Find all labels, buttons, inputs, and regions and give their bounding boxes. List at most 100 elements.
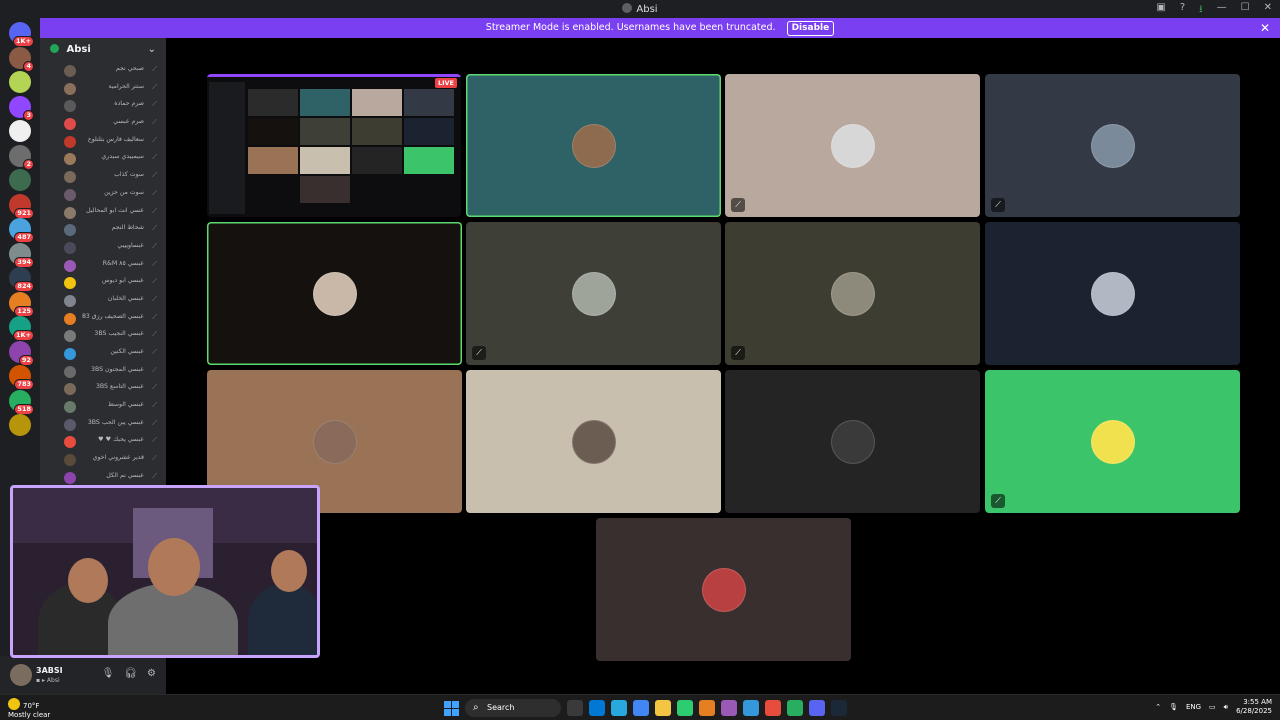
server-icon[interactable]: 394: [9, 242, 34, 268]
server-icon[interactable]: 921: [9, 193, 34, 219]
list-item[interactable]: سنتر الحرامية ⟋: [40, 80, 166, 98]
search-input[interactable]: Search: [465, 699, 561, 717]
server-icon[interactable]: 518: [9, 389, 34, 415]
video-tile[interactable]: [207, 222, 462, 365]
help-icon[interactable]: ?: [1180, 2, 1185, 19]
list-item[interactable]: صبحي نجم ⟋: [40, 62, 166, 80]
list-item[interactable]: عبسي النجيب 3BS ⟋: [40, 327, 166, 345]
list-item[interactable]: عبسي ٨٥ R&M ⟋: [40, 257, 166, 275]
list-item[interactable]: عبسي الخلبان ⟋: [40, 292, 166, 310]
server-icon[interactable]: [9, 71, 31, 93]
list-item[interactable]: عبسي نم الكل ⟋: [40, 469, 166, 487]
taskbar-app-icon[interactable]: [567, 700, 583, 716]
list-item[interactable]: صرم عبسي ⟋: [40, 115, 166, 133]
server-icon[interactable]: 2: [9, 144, 34, 170]
list-item[interactable]: عبسي المجنون 3BS ⟋: [40, 363, 166, 381]
taskbar-app-icon[interactable]: [677, 700, 693, 716]
list-item[interactable]: عبسي يحبك ♥ ♥ ⟋: [40, 433, 166, 451]
mic-icon[interactable]: 🎙︎: [102, 668, 115, 679]
member-name: عبسي الوسط: [107, 401, 144, 409]
taskbar-app-icon[interactable]: [633, 700, 649, 716]
server-icon[interactable]: 3: [9, 95, 34, 121]
webcam-head-left: [68, 558, 108, 603]
video-tile[interactable]: [466, 370, 721, 513]
list-item[interactable]: شحاط النجم ⟋: [40, 221, 166, 239]
clock[interactable]: 3:55 AM 6/28/2025: [1236, 698, 1272, 716]
server-icon[interactable]: 783: [9, 365, 34, 390]
screen-icon[interactable]: ▣: [1156, 2, 1165, 19]
taskbar-app-icon[interactable]: [655, 700, 671, 716]
video-tile[interactable]: [725, 370, 980, 513]
video-tile[interactable]: ⟋: [725, 222, 980, 365]
stream-mini-tile: [300, 147, 350, 174]
video-tile[interactable]: [985, 222, 1240, 365]
close-window-icon[interactable]: ✕: [1264, 2, 1272, 19]
taskbar-app-icon[interactable]: [765, 700, 781, 716]
maximize-icon[interactable]: ☐: [1241, 2, 1250, 19]
list-item[interactable]: عبسي ابو ديوس ⟋: [40, 274, 166, 292]
weather-widget[interactable]: 70°F Mostly clear: [8, 698, 50, 720]
channel-name: Absi: [66, 44, 91, 55]
server-icon[interactable]: [9, 169, 31, 191]
avatar[interactable]: [10, 664, 32, 686]
taskbar-app-icon[interactable]: [721, 700, 737, 716]
list-item[interactable]: سعاليف فارس بتلتلوح ⟋: [40, 133, 166, 151]
list-item[interactable]: عبسي التاسع 3BS ⟋: [40, 380, 166, 398]
minimize-icon[interactable]: —: [1217, 2, 1227, 19]
taskbar-app-icon[interactable]: [589, 700, 605, 716]
list-item[interactable]: قدير عشروني اخوي ⟋: [40, 451, 166, 469]
server-icon[interactable]: 1K+: [9, 316, 34, 341]
server-icon[interactable]: 125: [9, 291, 34, 317]
list-item[interactable]: عبساويييي ⟋: [40, 239, 166, 257]
list-item[interactable]: صرم حمادة ⟋: [40, 97, 166, 115]
video-tile[interactable]: ⟋: [466, 222, 721, 365]
language-indicator[interactable]: ENG: [1186, 703, 1201, 711]
video-tile[interactable]: ⟋: [985, 370, 1240, 513]
download-icon[interactable]: ⭳: [1199, 2, 1203, 19]
avatar: [64, 241, 76, 254]
list-item[interactable]: عبسي يبن الحب 3BS ⟋: [40, 416, 166, 434]
server-icon[interactable]: 1K+: [9, 22, 34, 47]
video-tile[interactable]: ⟋: [725, 74, 980, 217]
volume-icon[interactable]: 🔊︎: [1224, 703, 1228, 712]
server-icon[interactable]: 4: [9, 46, 34, 72]
list-item[interactable]: عسي انت ابو المحاليل ⟋: [40, 204, 166, 222]
channel-header[interactable]: Absi ⌄: [40, 38, 166, 62]
screen-share-tile[interactable]: LIVE: [207, 74, 461, 217]
list-item[interactable]: عبسي الكنين ⟋: [40, 345, 166, 363]
chevron-up-icon[interactable]: ⌃: [1155, 703, 1161, 711]
server-icon[interactable]: 487: [9, 218, 34, 243]
avatar: [64, 294, 76, 307]
mic-muted-icon: ⟋: [152, 454, 157, 463]
taskbar-app-icon[interactable]: [809, 700, 825, 716]
list-item[interactable]: عبسي الوسط ⟋: [40, 398, 166, 416]
taskbar-app-icon[interactable]: [787, 700, 803, 716]
server-icon[interactable]: [9, 120, 31, 142]
chevron-down-icon[interactable]: ⌄: [148, 38, 156, 62]
taskbar-app-icon[interactable]: [699, 700, 715, 716]
list-item[interactable]: سوت كذاب ⟋: [40, 168, 166, 186]
list-item[interactable]: سوت من حزين ⟋: [40, 186, 166, 204]
video-tile[interactable]: ⟋: [985, 74, 1240, 217]
taskbar-app-icon[interactable]: [743, 700, 759, 716]
video-tile[interactable]: [596, 518, 851, 661]
avatar: [64, 471, 76, 484]
headphones-icon[interactable]: 🎧︎: [124, 668, 137, 679]
list-item[interactable]: سيمبيدي سبدري ⟋: [40, 150, 166, 168]
taskbar-app-icon[interactable]: [831, 700, 847, 716]
list-item[interactable]: عبسي الصحيف رزق 83 ⟋: [40, 310, 166, 328]
server-icon[interactable]: [9, 414, 31, 436]
taskbar-app-icon[interactable]: [611, 700, 627, 716]
user-panel: 3ABSI ▪ ▸ Absi 🎙︎ 🎧︎ ⚙: [0, 656, 166, 694]
server-icon[interactable]: 824: [9, 267, 34, 292]
avatar: [571, 271, 616, 316]
start-icon[interactable]: [444, 700, 459, 716]
network-icon[interactable]: ▭: [1209, 703, 1216, 711]
video-tile[interactable]: [466, 74, 721, 217]
close-banner-icon[interactable]: ✕: [1260, 18, 1270, 38]
mic-muted-icon: ⟋: [152, 401, 157, 410]
disable-button[interactable]: Disable: [786, 21, 835, 36]
gear-icon[interactable]: ⚙: [147, 668, 156, 679]
server-icon[interactable]: 92: [9, 340, 34, 366]
mic-tray-icon[interactable]: 🎙︎: [1169, 703, 1178, 711]
